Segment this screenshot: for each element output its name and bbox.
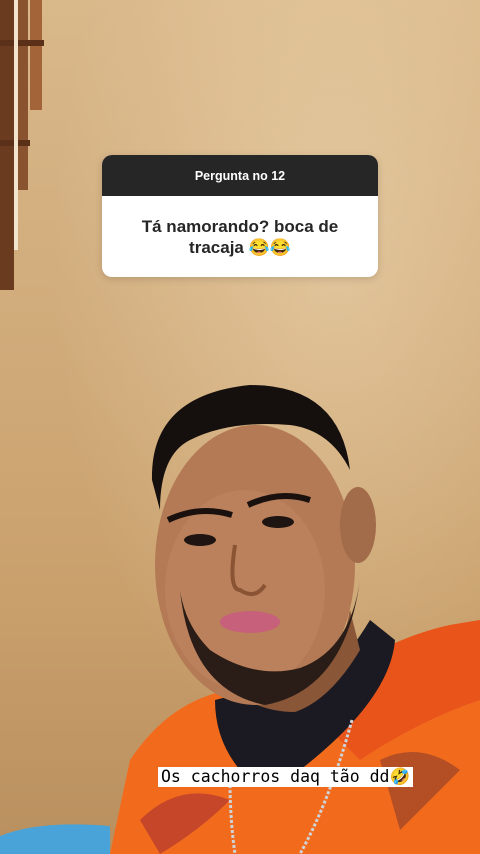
- question-sticker-text: Tá namorando? boca de tracaja 😂😂: [141, 216, 339, 257]
- story-viewer[interactable]: Pergunta no 12 Tá namorando? boca de tra…: [0, 0, 480, 854]
- story-caption: Os cachorros daq tão dd🤣: [158, 767, 414, 787]
- question-sticker[interactable]: Pergunta no 12 Tá namorando? boca de tra…: [102, 155, 378, 277]
- question-sticker-header: Pergunta no 12: [102, 155, 378, 196]
- selfie-person-image: [0, 385, 480, 854]
